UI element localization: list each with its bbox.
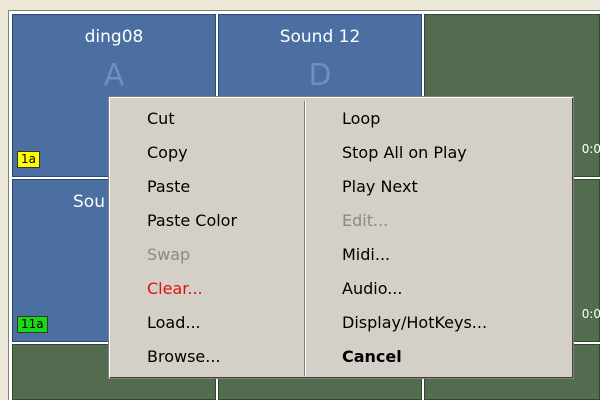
menu-item-paste-color[interactable]: Paste Color (147, 209, 237, 243)
menu-item-load[interactable]: Load... (147, 311, 237, 345)
sound-pad-time: 0:0 (581, 307, 600, 321)
menu-item-stop-all-on-play[interactable]: Stop All on Play (342, 141, 487, 175)
hotkey-badge: 1a (17, 151, 40, 168)
menu-item-display-hotkeys[interactable]: Display/HotKeys... (342, 311, 487, 345)
menu-item-cut[interactable]: Cut (147, 107, 237, 141)
menu-item-edit: Edit... (342, 211, 389, 230)
context-menu-left-column: Cut Copy Paste Paste Color Swap Clear... Load.… (147, 107, 237, 379)
sound-pad-time: 0:0 (581, 142, 600, 156)
context-menu: Cut Copy Paste Paste Color Swap Clear... Load.… (108, 96, 574, 379)
menu-item-paste[interactable]: Paste (147, 175, 237, 209)
hotkey-badge: 11a (17, 316, 48, 333)
menu-item-loop[interactable]: Loop (342, 107, 487, 141)
sound-pad-name: Sound 12 (279, 27, 361, 47)
menu-item-swap: Swap (147, 245, 191, 264)
menu-item-clear[interactable]: Clear... (147, 277, 237, 311)
sound-pad-key: A (103, 58, 125, 93)
sound-pad-key: D (308, 58, 332, 93)
sound-pad-name: ding08 (84, 27, 144, 47)
menu-item-audio[interactable]: Audio... (342, 277, 487, 311)
menu-item-play-next[interactable]: Play Next (342, 175, 487, 209)
menu-item-midi[interactable]: Midi... (342, 243, 487, 277)
menu-item-browse[interactable]: Browse... (147, 345, 237, 379)
menu-item-copy[interactable]: Copy (147, 141, 237, 175)
menu-column-separator (304, 101, 306, 376)
app-window: ding08 A 1a Sound 12 D 0:0 Sou I 11a 0:0… (0, 0, 600, 400)
context-menu-right-column: Loop Stop All on Play Play Next Edit... Midi… (342, 107, 487, 379)
menu-item-cancel[interactable]: Cancel (342, 345, 487, 379)
